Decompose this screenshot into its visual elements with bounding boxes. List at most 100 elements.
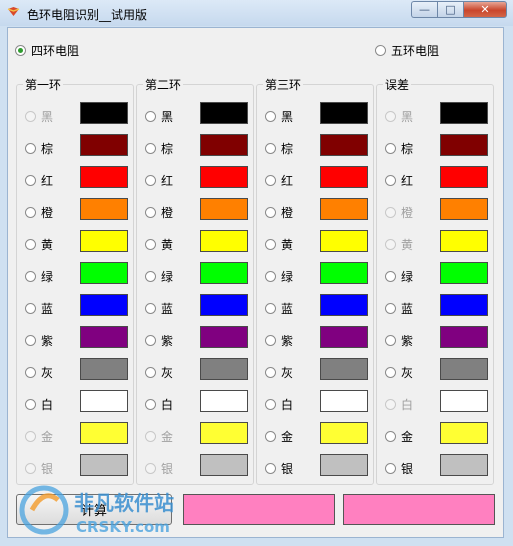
color-radio[interactable] [145,143,156,154]
color-option[interactable]: 蓝 [265,300,293,317]
minimize-button[interactable]: — [411,1,437,18]
color-radio[interactable] [265,239,276,250]
color-option[interactable]: 蓝 [385,300,413,317]
color-radio[interactable] [145,303,156,314]
color-swatch [440,294,488,316]
color-option: 橙 [385,204,413,221]
color-radio[interactable] [385,367,396,378]
color-option[interactable]: 橙 [145,204,173,221]
color-option[interactable]: 黄 [145,236,173,253]
color-option[interactable]: 白 [145,396,173,413]
color-option[interactable]: 橙 [25,204,53,221]
color-radio[interactable] [145,111,156,122]
color-radio[interactable] [385,335,396,346]
color-radio[interactable] [25,303,36,314]
color-radio[interactable] [145,367,156,378]
color-swatch [440,454,488,476]
color-swatch [80,102,128,124]
color-option[interactable]: 红 [25,172,53,189]
color-swatch [80,358,128,380]
color-option[interactable]: 蓝 [25,300,53,317]
color-radio[interactable] [145,239,156,250]
color-option[interactable]: 蓝 [145,300,173,317]
color-radio[interactable] [25,207,36,218]
color-option[interactable]: 橙 [265,204,293,221]
color-radio[interactable] [145,175,156,186]
color-radio[interactable] [25,143,36,154]
color-option[interactable]: 灰 [265,364,293,381]
color-swatch [320,134,368,156]
close-button[interactable]: ✕ [463,1,507,18]
color-option[interactable]: 红 [265,172,293,189]
color-radio[interactable] [265,431,276,442]
color-option[interactable]: 红 [385,172,413,189]
color-radio[interactable] [265,271,276,282]
color-radio[interactable] [25,335,36,346]
color-radio[interactable] [265,367,276,378]
color-label: 白 [161,398,174,412]
color-radio[interactable] [265,463,276,474]
color-option[interactable]: 紫 [265,332,293,349]
color-option[interactable]: 紫 [385,332,413,349]
color-radio[interactable] [145,207,156,218]
calculate-button[interactable]: 计算 [16,494,172,525]
color-radio[interactable] [265,335,276,346]
color-option[interactable]: 红 [145,172,173,189]
color-radio[interactable] [265,207,276,218]
color-radio[interactable] [145,399,156,410]
color-option[interactable]: 银 [265,460,293,477]
five-band-option[interactable]: 五环电阻 [375,42,439,59]
color-radio[interactable] [385,175,396,186]
color-radio[interactable] [265,175,276,186]
color-option[interactable]: 黄 [265,236,293,253]
color-radio[interactable] [25,175,36,186]
four-band-radio[interactable] [15,45,26,56]
maximize-button[interactable]: □ [437,1,463,18]
color-radio[interactable] [385,143,396,154]
five-band-radio[interactable] [375,45,386,56]
color-option[interactable]: 紫 [25,332,53,349]
color-radio[interactable] [25,399,36,410]
color-radio[interactable] [145,271,156,282]
color-option[interactable]: 黑 [145,108,173,125]
color-radio[interactable] [265,399,276,410]
color-option[interactable]: 灰 [385,364,413,381]
color-option[interactable]: 黄 [25,236,53,253]
color-option[interactable]: 白 [25,396,53,413]
color-label: 白 [281,398,294,412]
color-swatch [200,102,248,124]
color-option[interactable]: 绿 [385,268,413,285]
color-swatch [440,262,488,284]
color-radio[interactable] [25,239,36,250]
color-option[interactable]: 金 [265,428,293,445]
color-option[interactable]: 棕 [265,140,293,157]
color-option-row: 银 [265,454,369,478]
color-option[interactable]: 金 [385,428,413,445]
color-option[interactable]: 黑 [265,108,293,125]
color-option[interactable]: 棕 [25,140,53,157]
color-option[interactable]: 白 [265,396,293,413]
color-option[interactable]: 银 [385,460,413,477]
four-band-option[interactable]: 四环电阻 [15,42,79,59]
color-option[interactable]: 棕 [385,140,413,157]
color-radio[interactable] [385,463,396,474]
color-radio[interactable] [385,303,396,314]
color-option[interactable]: 紫 [145,332,173,349]
color-radio[interactable] [265,303,276,314]
color-radio[interactable] [265,111,276,122]
color-radio[interactable] [25,271,36,282]
color-option[interactable]: 棕 [145,140,173,157]
color-radio[interactable] [385,271,396,282]
color-radio [145,463,156,474]
color-radio[interactable] [385,431,396,442]
color-option[interactable]: 绿 [265,268,293,285]
color-option[interactable]: 绿 [145,268,173,285]
color-option[interactable]: 灰 [145,364,173,381]
color-radio[interactable] [145,335,156,346]
color-option-row: 棕 [25,134,129,158]
color-option-row: 灰 [25,358,129,382]
color-radio[interactable] [25,367,36,378]
color-option[interactable]: 绿 [25,268,53,285]
color-option[interactable]: 灰 [25,364,53,381]
color-radio[interactable] [265,143,276,154]
